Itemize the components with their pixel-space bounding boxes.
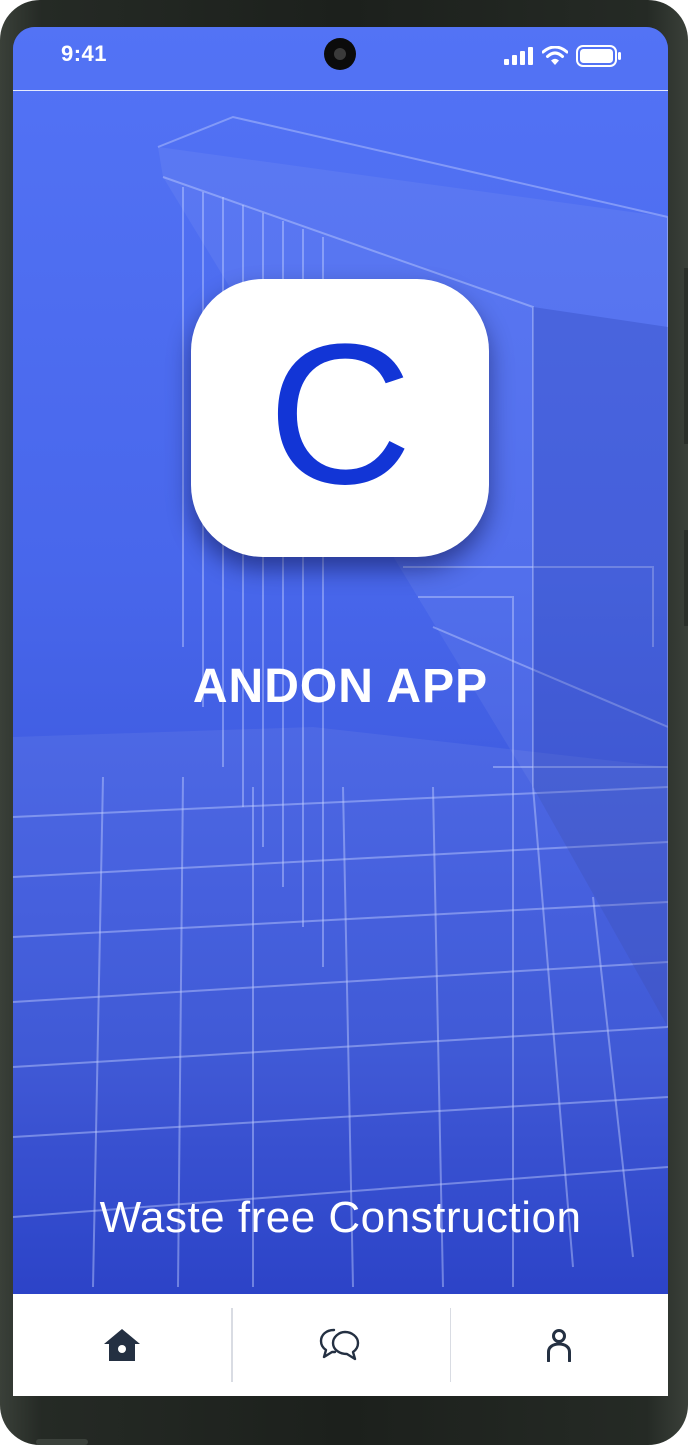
- user-icon: [546, 1329, 571, 1362]
- speaker-slot: [36, 1439, 88, 1445]
- splash-screen: 9:41 C ANDON APP Waste free Construction: [13, 27, 668, 1396]
- chat-bubbles-icon: [320, 1328, 360, 1361]
- app-tagline: Waste free Construction: [99, 1193, 582, 1242]
- tab-home[interactable]: [13, 1294, 231, 1396]
- app-title: ANDON APP: [192, 660, 489, 713]
- wifi-icon: [542, 46, 568, 65]
- status-bar: 9:41: [13, 27, 668, 91]
- front-camera: [324, 38, 356, 70]
- status-icons: [504, 45, 622, 67]
- phone-frame: 9:41 C ANDON APP Waste free Construction: [0, 0, 688, 1445]
- bottom-tab-bar: [13, 1294, 668, 1396]
- tab-profile[interactable]: [449, 1294, 668, 1396]
- app-logo-letter: C: [267, 303, 413, 526]
- signal-icon: [504, 47, 533, 65]
- app-logo: C: [191, 279, 489, 557]
- status-time: 9:41: [61, 41, 108, 66]
- battery-icon: [576, 45, 621, 67]
- tab-messages[interactable]: [231, 1294, 449, 1396]
- power-button: [684, 530, 688, 626]
- home-icon: [104, 1329, 141, 1361]
- volume-button: [684, 268, 688, 444]
